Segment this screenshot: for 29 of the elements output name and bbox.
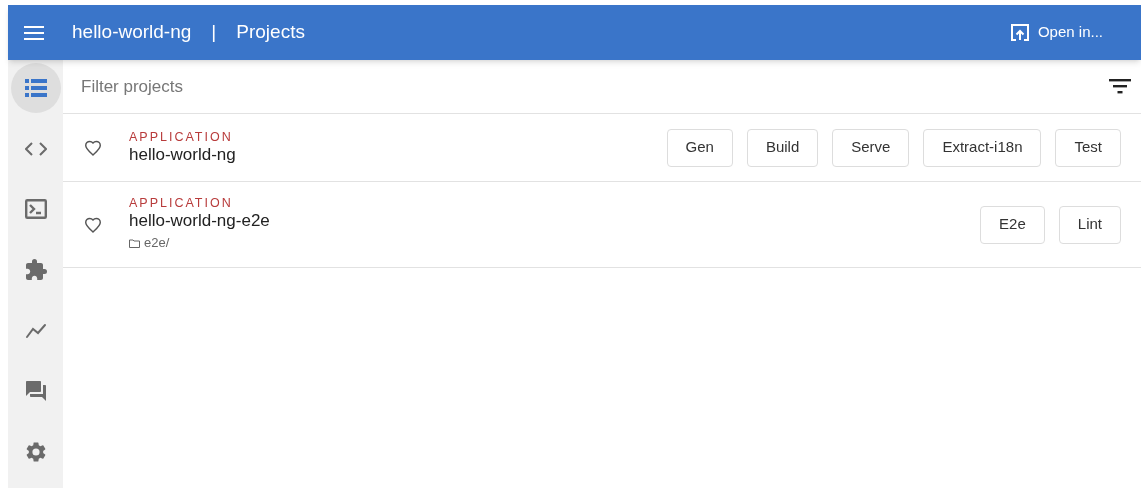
heart-icon[interactable]: [84, 216, 102, 233]
action-button[interactable]: Build: [746, 128, 819, 167]
puzzle-icon: [23, 258, 48, 282]
action-button[interactable]: Serve: [832, 128, 910, 167]
action-button[interactable]: E2e: [980, 205, 1045, 244]
project-type: APPLICATION: [129, 196, 234, 212]
open-in-icon: [1009, 23, 1030, 42]
action-button[interactable]: Lint: [1058, 205, 1121, 244]
filter-icon[interactable]: [1109, 78, 1131, 95]
filter-field[interactable]: Filter projects: [81, 60, 1109, 113]
folder-icon: [129, 238, 140, 248]
action-button[interactable]: Extract-i18n: [923, 128, 1042, 167]
project-type: APPLICATION: [129, 130, 234, 145]
title-separator: |: [211, 20, 217, 45]
terminal-icon: [24, 199, 47, 220]
list-icon: [24, 78, 47, 97]
menu-icon[interactable]: [24, 25, 44, 40]
action-button[interactable]: Gen: [666, 128, 733, 167]
heart-icon[interactable]: [84, 139, 102, 156]
page-title: Projects: [236, 20, 305, 45]
project-name: hello-world-ng: [129, 145, 236, 165]
code-icon: [24, 141, 47, 156]
open-in-button[interactable]: Open in...: [1009, 21, 1103, 44]
action-button[interactable]: Test: [1055, 128, 1121, 167]
project-path: e2e/: [144, 234, 170, 253]
sidebar-item[interactable]: [10, 63, 61, 113]
workspace-title: hello-world-ng: [72, 20, 192, 45]
line-chart-icon: [24, 322, 47, 339]
project-name: hello-world-ng-e2e: [129, 211, 270, 232]
